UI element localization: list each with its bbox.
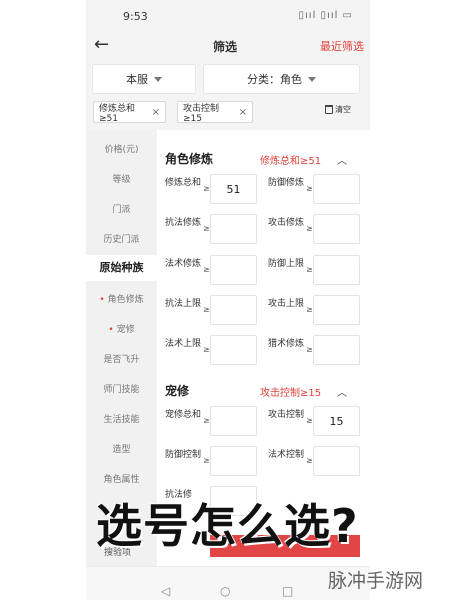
filter-chip-label: 攻击控制≥15	[183, 103, 220, 124]
sidebar-item-ascended[interactable]: 是否飞升	[86, 352, 157, 365]
field-label: 抗法修炼	[165, 218, 202, 228]
min-input[interactable]	[210, 255, 257, 285]
field-label: 修炼总和	[165, 178, 202, 188]
right-margin	[370, 0, 454, 600]
min-input[interactable]	[210, 406, 257, 436]
headline-overlay: 选号怎么选?	[96, 499, 359, 553]
sidebar-section-race[interactable]: 原始种族	[86, 255, 157, 281]
clear-button[interactable]: 清空	[325, 104, 351, 115]
field-label: 攻击上限	[268, 299, 305, 309]
gte-symbol: ≥	[306, 305, 313, 314]
close-icon[interactable]: ×	[152, 107, 160, 118]
server-dropdown-label: 本服	[126, 73, 148, 86]
field-label: 抗法上限	[165, 299, 202, 309]
sidebar-item-history-school[interactable]: 历史门派	[86, 232, 157, 245]
min-input[interactable]	[210, 295, 257, 325]
field-label: 宠修总和	[165, 410, 202, 420]
gte-symbol: ≥	[306, 184, 313, 193]
sidebar-item-label: 宠修	[116, 325, 135, 335]
sidebar-item-price[interactable]: 价格(元)	[86, 142, 157, 155]
field-label: 法术修炼	[165, 259, 202, 269]
sidebar-item-pet-cultivation[interactable]: • 宠修	[86, 322, 157, 335]
min-input[interactable]: 51	[210, 174, 257, 204]
filter-chip-label: 修炼总和≥51	[99, 103, 136, 124]
gte-symbol: ≥	[203, 184, 210, 193]
status-bar: 9:53 ▯ııl ▯ııl ▭	[86, 6, 370, 26]
sidebar-item-appearance[interactable]: 造型	[86, 442, 157, 455]
field-label: 猎术修炼	[268, 339, 305, 349]
sidebar-item-school-skill[interactable]: 师门技能	[86, 382, 157, 395]
gte-symbol: ≥	[306, 224, 313, 233]
min-input[interactable]	[210, 335, 257, 365]
left-margin	[0, 0, 86, 600]
min-input[interactable]	[210, 446, 257, 476]
nav-recent-icon[interactable]: □	[282, 584, 293, 598]
dot-icon: •	[108, 325, 114, 335]
filter-chip[interactable]: 修炼总和≥51 ×	[93, 101, 166, 124]
recent-filters-link[interactable]: 最近筛选	[320, 38, 364, 54]
back-arrow-icon[interactable]: ←	[94, 34, 109, 55]
category-dropdown[interactable]: 分类：角色	[203, 64, 360, 94]
field-label: 攻击控制	[268, 410, 305, 420]
field-label: 法术控制	[268, 450, 305, 460]
gte-symbol: ≥	[203, 305, 210, 314]
section-summary: 修炼总和≥51	[260, 156, 322, 167]
min-input[interactable]	[313, 335, 360, 365]
field-label: 防御上限	[268, 259, 305, 269]
section-title: 角色修炼	[165, 152, 214, 166]
watermark: 脉冲手游网	[328, 570, 424, 592]
filter-chip[interactable]: 攻击控制≥15 ×	[177, 101, 253, 124]
status-time: 9:53	[123, 10, 148, 23]
dot-icon: •	[99, 295, 105, 305]
gte-symbol: ≥	[203, 224, 210, 233]
gte-symbol: ≥	[203, 456, 210, 465]
server-dropdown[interactable]: 本服	[92, 64, 196, 94]
chevron-up-icon[interactable]: ︿	[337, 384, 347, 399]
trash-icon	[325, 105, 333, 114]
min-input[interactable]	[313, 255, 360, 285]
nav-back-icon[interactable]: ◁	[161, 584, 170, 598]
caret-down-icon	[154, 76, 162, 82]
section-summary: 攻击控制≥15	[260, 388, 322, 399]
field-label: 攻击修炼	[268, 218, 305, 228]
sidebar-item-life-skill[interactable]: 生活技能	[86, 412, 157, 425]
sidebar-item-level[interactable]: 等级	[86, 172, 157, 185]
gte-symbol: ≥	[306, 265, 313, 274]
sidebar-item-attributes[interactable]: 角色属性	[86, 472, 157, 485]
sidebar-item-label: 角色修炼	[107, 295, 144, 305]
gte-symbol: ≥	[203, 265, 210, 274]
section-title: 宠修	[165, 384, 190, 398]
page-title: 筛选	[213, 40, 238, 54]
gte-symbol: ≥	[306, 456, 313, 465]
signal-battery-icon: ▯ııl ▯ııl ▭	[298, 10, 353, 21]
chevron-up-icon[interactable]: ︿	[337, 152, 347, 167]
clear-label: 清空	[335, 105, 351, 114]
gte-symbol: ≥	[203, 416, 210, 425]
field-label: 防御控制	[165, 450, 202, 460]
category-dropdown-label: 分类：角色	[247, 73, 302, 86]
sidebar-item-char-cultivation[interactable]: • 角色修炼	[86, 292, 157, 305]
min-input[interactable]	[210, 214, 257, 244]
gte-symbol: ≥	[203, 345, 210, 354]
sidebar-item-school[interactable]: 门派	[86, 202, 157, 215]
header: ← 筛选 最近筛选	[86, 30, 370, 60]
field-label: 法术上限	[165, 339, 202, 349]
min-input[interactable]: 15	[313, 406, 360, 436]
gte-symbol: ≥	[306, 416, 313, 425]
caret-down-icon	[308, 76, 316, 82]
min-input[interactable]	[313, 446, 360, 476]
nav-home-icon[interactable]: ○	[220, 584, 230, 598]
close-icon[interactable]: ×	[239, 107, 247, 118]
min-input[interactable]	[313, 295, 360, 325]
gte-symbol: ≥	[306, 345, 313, 354]
min-input[interactable]	[313, 174, 360, 204]
min-input[interactable]	[313, 214, 360, 244]
field-label: 防御修炼	[268, 178, 305, 188]
